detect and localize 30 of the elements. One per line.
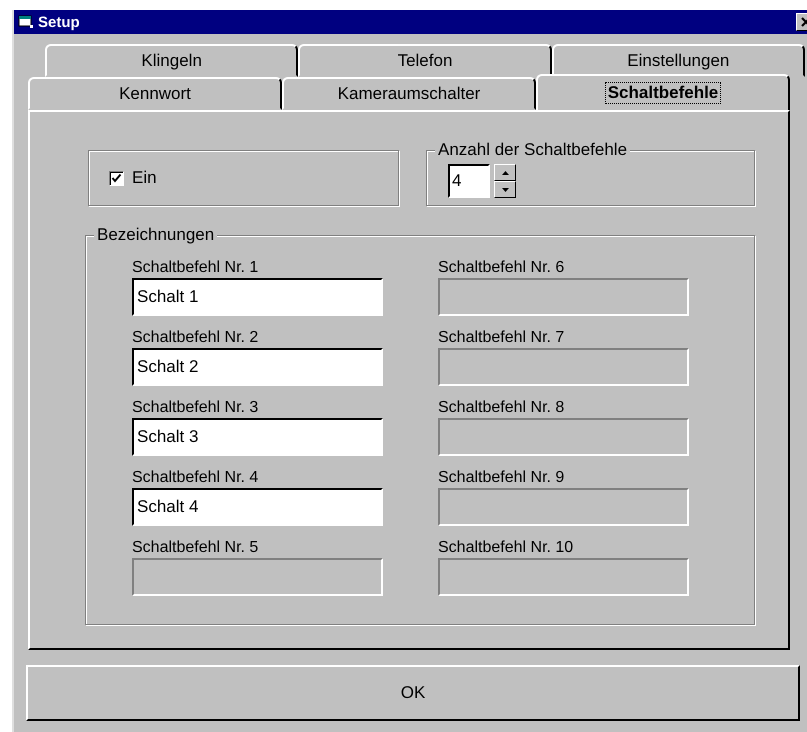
spin-up-button[interactable]: [494, 164, 516, 181]
enable-checkbox[interactable]: Ein: [109, 168, 157, 188]
field-label: Schaltbefehl Nr. 9: [438, 468, 566, 488]
field-label: Schaltbefehl Nr. 7: [438, 328, 566, 348]
group-title: Bezeichnungen: [94, 225, 218, 245]
check-icon: [111, 172, 122, 184]
tab[interactable]: Klingeln: [45, 44, 298, 77]
field-label: Schaltbefehl Nr. 5: [132, 538, 260, 558]
field-label: Schaltbefehl Nr. 2: [132, 328, 260, 348]
field-label: Schaltbefehl Nr. 1: [132, 258, 260, 278]
spin-down-button[interactable]: [494, 181, 516, 198]
window-icon: [18, 15, 34, 29]
field-label: Schaltbefehl Nr. 8: [438, 398, 566, 418]
window-title: Setup: [38, 14, 81, 30]
field-label: Schaltbefehl Nr. 6: [438, 258, 566, 278]
tab[interactable]: Kameraumschalter: [282, 77, 536, 110]
count-field[interactable]: 4: [448, 164, 490, 198]
text-field[interactable]: Schalt 2: [132, 348, 383, 386]
tab[interactable]: Kennwort: [28, 77, 282, 110]
text-field[interactable]: Schalt 1: [132, 278, 383, 316]
down-arrow-icon: [502, 188, 508, 192]
field-label: Schaltbefehl Nr. 4: [132, 468, 260, 488]
text-field[interactable]: Schalt 3: [132, 418, 383, 456]
tab[interactable]: Schaltbefehle: [536, 74, 790, 110]
text-field[interactable]: Schalt 4: [132, 488, 383, 526]
ok-button[interactable]: OK: [26, 665, 800, 721]
field-label: Schaltbefehl Nr. 10: [438, 538, 574, 558]
field-label: Schaltbefehl Nr. 3: [132, 398, 260, 418]
checkbox[interactable]: [109, 170, 124, 186]
up-arrow-icon: [502, 170, 508, 174]
